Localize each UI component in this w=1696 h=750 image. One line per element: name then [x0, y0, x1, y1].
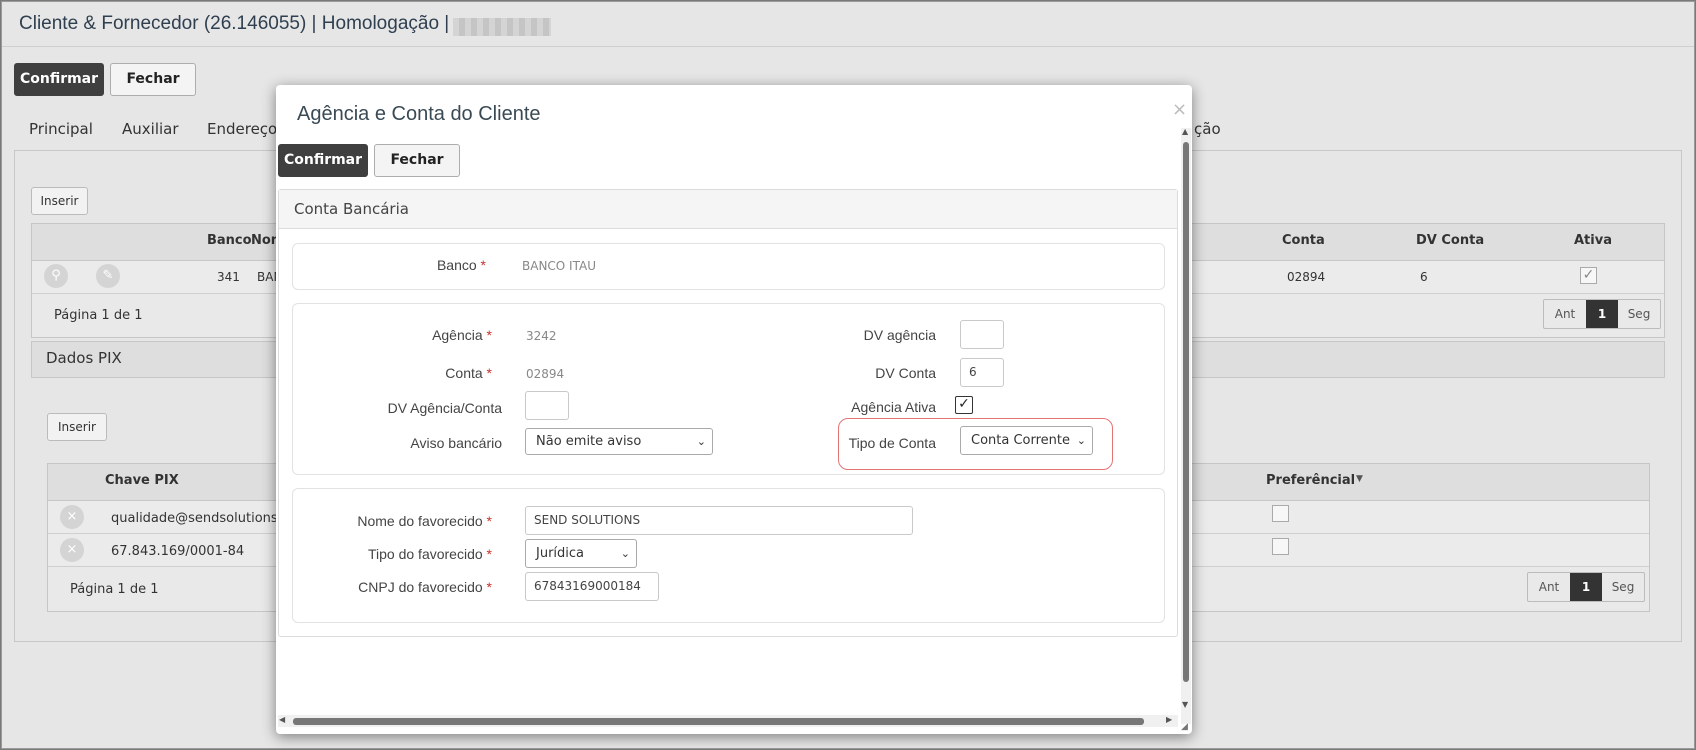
- ativa-checkbox: ✓: [1580, 267, 1597, 284]
- agencia-label: Agência *: [432, 327, 492, 343]
- col-conta: Conta: [1282, 233, 1325, 248]
- modal-title: Agência e Conta do Cliente: [297, 103, 541, 125]
- modal-confirm-button[interactable]: Confirmar: [278, 144, 368, 177]
- dv-conta-input[interactable]: 6: [960, 358, 1004, 387]
- pager-current[interactable]: 1: [1586, 300, 1618, 328]
- dv-agencia-input[interactable]: [960, 320, 1004, 349]
- close-icon[interactable]: ×: [1172, 99, 1187, 120]
- window-title: Cliente & Fornecedor (26.146055) | Homol…: [19, 13, 450, 34]
- vertical-scroll-thumb[interactable]: [1183, 142, 1189, 682]
- aviso-label: Aviso bancário: [410, 435, 502, 451]
- col-preferencial[interactable]: Preferêncial: [1266, 473, 1355, 488]
- dv-conta-label: DV Conta: [875, 365, 936, 381]
- preferencial-checkbox[interactable]: [1272, 505, 1289, 522]
- panel-heading: [279, 190, 1177, 229]
- conta-label: Conta *: [445, 365, 492, 381]
- dv-agencia-conta-label: DV Agência/Conta: [387, 400, 502, 416]
- search-icon[interactable]: ⚲: [44, 264, 68, 288]
- cnpj-favorecido-label: CNPJ do favorecido *: [358, 579, 492, 595]
- bank-pager: Ant 1 Seg: [1543, 299, 1661, 329]
- tipo-conta-select[interactable]: Conta Corrente ⌄: [960, 426, 1093, 455]
- pager-current[interactable]: 1: [1570, 573, 1602, 601]
- pix-page-info: Página 1 de 1: [70, 582, 159, 597]
- remove-icon[interactable]: ×: [60, 505, 84, 529]
- banco-value: BANCO ITAU: [522, 259, 596, 273]
- cnpj-favorecido-input[interactable]: 67843169000184: [525, 572, 659, 601]
- tab-auxiliar[interactable]: Auxiliar: [122, 120, 179, 138]
- pager-next[interactable]: Seg: [1602, 573, 1644, 601]
- close-button[interactable]: Fechar: [110, 63, 196, 96]
- tab-principal[interactable]: Principal: [29, 120, 93, 138]
- nome-favorecido-input[interactable]: SEND SOLUTIONS: [525, 506, 913, 535]
- tab-partial[interactable]: ção: [1194, 120, 1221, 138]
- chevron-down-icon: ⌄: [1076, 434, 1086, 447]
- edit-icon[interactable]: ✎: [96, 264, 120, 288]
- dv-agencia-label: DV agência: [863, 327, 936, 343]
- insert-bank-button[interactable]: Inserir: [31, 187, 88, 215]
- modal-close-button[interactable]: Fechar: [374, 144, 460, 177]
- chevron-down-icon: ⌄: [696, 435, 706, 448]
- pager-next[interactable]: Seg: [1618, 300, 1660, 328]
- section-title: Conta Bancária: [294, 200, 409, 218]
- scroll-up-icon[interactable]: ▲: [1182, 127, 1188, 136]
- pix-chave-2: 67.843.169/0001-84: [111, 544, 245, 559]
- cell-banco: 341: [217, 270, 240, 284]
- scroll-left-icon[interactable]: ◀: [279, 715, 285, 724]
- agencia-value: 3242: [526, 329, 557, 343]
- cell-dv-conta: 6: [1420, 270, 1428, 284]
- confirm-button[interactable]: Confirmar: [14, 63, 104, 96]
- remove-icon[interactable]: ×: [60, 538, 84, 562]
- cell-conta: 02894: [1287, 270, 1326, 284]
- modal-dialog: Agência e Conta do Cliente × Confirmar F…: [276, 85, 1192, 734]
- conta-value: 02894: [526, 367, 565, 381]
- tipo-conta-label: Tipo de Conta: [848, 435, 936, 451]
- col-chave-pix: Chave PIX: [105, 473, 179, 488]
- bank-page-info: Página 1 de 1: [54, 308, 143, 323]
- horizontal-scroll-thumb[interactable]: [293, 718, 1144, 725]
- agencia-ativa-label: Agência Ativa: [851, 399, 936, 415]
- pager-prev[interactable]: Ant: [1544, 300, 1586, 328]
- sort-caret-icon[interactable]: ▼: [1356, 474, 1363, 484]
- banco-label: Banco *: [436, 257, 486, 273]
- pix-section-title: Dados PIX: [46, 349, 122, 367]
- dv-agencia-conta-input[interactable]: [525, 391, 569, 420]
- pix-chave-1: qualidade@sendsolutions.co: [111, 511, 297, 526]
- agencia-ativa-checkbox[interactable]: ✓: [955, 396, 973, 414]
- pix-pager: Ant 1 Seg: [1527, 572, 1645, 602]
- aviso-select[interactable]: Não emite aviso ⌄: [525, 428, 713, 455]
- nome-favorecido-label: Nome do favorecido *: [357, 513, 492, 529]
- insert-pix-button[interactable]: Inserir: [47, 413, 107, 441]
- scroll-right-icon[interactable]: ▶: [1166, 715, 1172, 724]
- chevron-down-icon: ⌄: [620, 547, 630, 560]
- col-banco: Banco: [207, 233, 252, 248]
- window-title-bar: Cliente & Fornecedor (26.146055) | Homol…: [2, 2, 1694, 47]
- vertical-scrollbar[interactable]: ▲ ▼: [1181, 127, 1191, 724]
- col-ativa: Ativa: [1574, 233, 1612, 248]
- pager-prev[interactable]: Ant: [1528, 573, 1570, 601]
- tipo-favorecido-label: Tipo do favorecido *: [367, 546, 492, 562]
- blurred-user-name: [453, 18, 551, 36]
- tipo-favorecido-select[interactable]: Jurídica ⌄: [525, 539, 637, 568]
- horizontal-scrollbar[interactable]: ◀ ▶: [278, 715, 1178, 727]
- tab-enderecos[interactable]: Endereços: [207, 120, 285, 138]
- resize-grip-icon[interactable]: ◢: [1181, 722, 1188, 732]
- col-dv-conta: DV Conta: [1416, 233, 1485, 248]
- preferencial-checkbox[interactable]: [1272, 538, 1289, 555]
- scroll-down-icon[interactable]: ▼: [1182, 700, 1188, 709]
